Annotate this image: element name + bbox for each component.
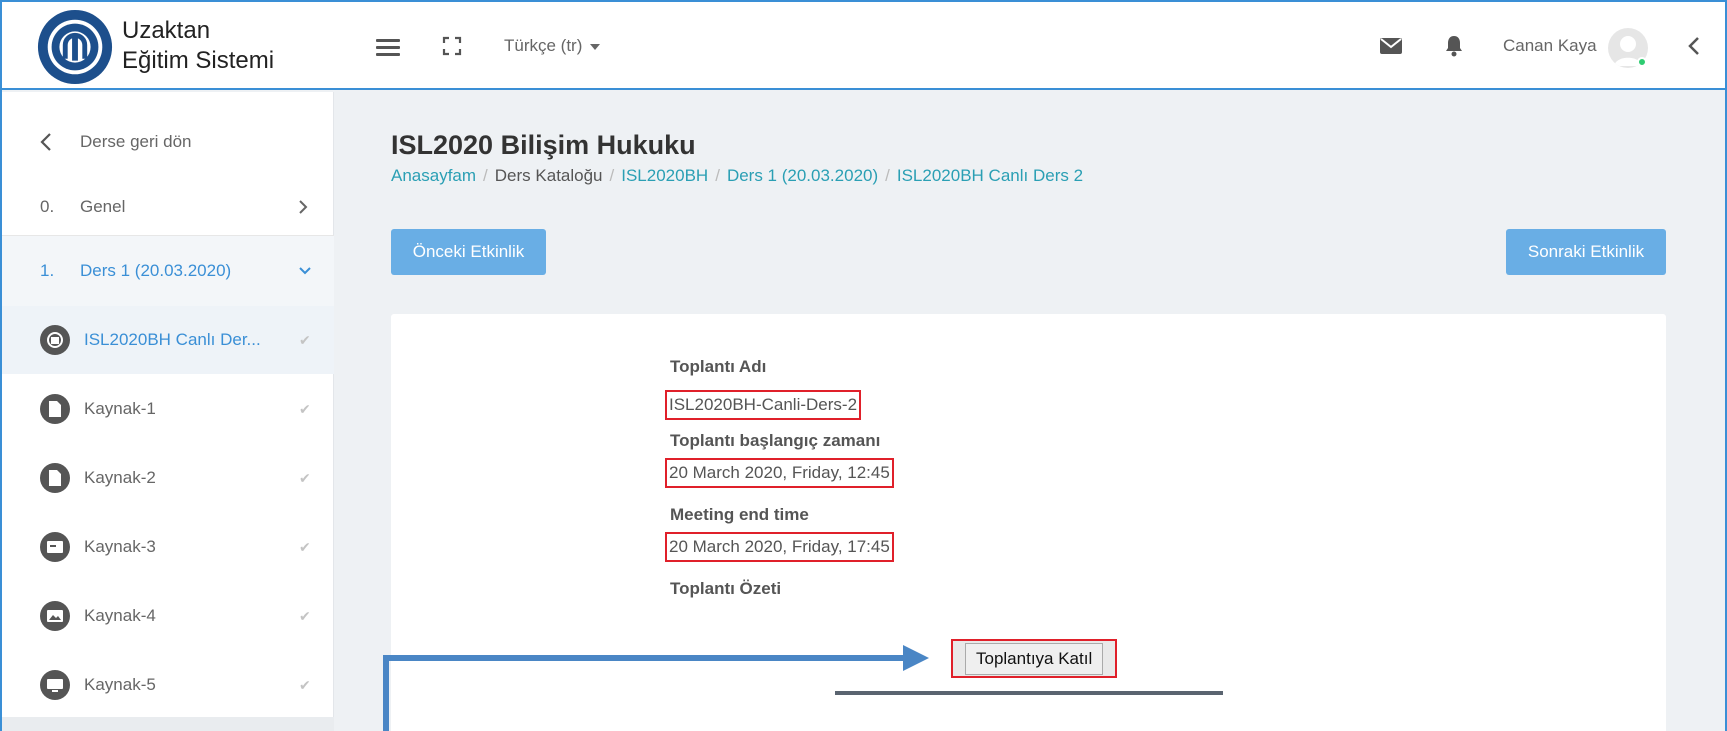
- back-to-course-label: Derse geri dön: [80, 132, 192, 151]
- activity-label: Kaynak-1: [84, 399, 156, 418]
- section-label: Ders 1 (20.03.2020): [80, 261, 232, 280]
- activity-label: Kaynak-2: [84, 468, 156, 487]
- activity-label: ISL2020BH Canlı Der...: [84, 330, 261, 349]
- site-name[interactable]: Uzaktan Eğitim Sistemi: [122, 16, 274, 76]
- course-index-sidebar: Derse geri dön 0. Genel 1. Ders 1 (20.03…: [2, 92, 334, 731]
- checkmark-icon: ✔: [299, 538, 311, 555]
- sidebar-activity-kaynak-3[interactable]: Kaynak-3 ✔: [2, 513, 334, 581]
- chevron-right-icon: [299, 199, 308, 214]
- sidebar-footer: [2, 717, 334, 731]
- sidebar-activity-kaynak-1[interactable]: Kaynak-1 ✔: [2, 375, 334, 443]
- envelope-icon[interactable]: [1380, 38, 1402, 54]
- sidebar-activity-live-lesson[interactable]: ISL2020BH Canlı Der... ✔: [2, 306, 334, 374]
- breadcrumb-activity-link[interactable]: ISL2020BH Canlı Ders 2: [897, 166, 1083, 185]
- activity-label: Kaynak-3: [84, 537, 156, 556]
- annotation-arrow-stem: [383, 655, 389, 731]
- breadcrumb-separator: /: [609, 166, 615, 185]
- back-to-course-link[interactable]: Derse geri dön: [2, 122, 334, 162]
- meeting-start-label: Toplantı başlangıç zamanı: [670, 431, 881, 450]
- breadcrumb-home-link[interactable]: Anasayfam: [391, 166, 476, 185]
- breadcrumb-course-link[interactable]: ISL2020BH: [621, 166, 708, 185]
- hamburger-menu-icon[interactable]: [376, 39, 400, 57]
- bigbluebutton-icon: [40, 325, 70, 355]
- next-activity-button[interactable]: Sonraki Etkinlik: [1506, 229, 1666, 275]
- sidebar-activity-kaynak-5[interactable]: Kaynak-5 ✔: [2, 651, 334, 719]
- university-logo[interactable]: [36, 8, 114, 86]
- previous-activity-button[interactable]: Önceki Etkinlik: [391, 229, 546, 275]
- meeting-start-value: 20 March 2020, Friday, 12:45: [665, 458, 894, 488]
- image-icon: [40, 601, 70, 631]
- caret-down-icon: [590, 43, 601, 50]
- presentation-icon: [40, 532, 70, 562]
- checkmark-icon: ✔: [299, 607, 311, 624]
- sidebar-section-ders-1[interactable]: 1. Ders 1 (20.03.2020): [2, 236, 334, 306]
- breadcrumb-separator: /: [715, 166, 720, 185]
- user-name[interactable]: Canan Kaya: [1503, 36, 1597, 56]
- join-meeting-button[interactable]: Toplantıya Katıl: [965, 642, 1104, 675]
- breadcrumb-separator: /: [885, 166, 890, 185]
- activity-label: Kaynak-5: [84, 675, 156, 694]
- breadcrumb: Anasayfam / Ders Kataloğu / ISL2020BH / Ders 1…: [391, 166, 1083, 186]
- join-meeting-button-highlight: Toplantıya Katıl: [951, 639, 1118, 678]
- meeting-name-value: ISL2020BH-Canli-Ders-2: [665, 390, 862, 420]
- file-icon: [40, 463, 70, 493]
- sidebar-activity-kaynak-4[interactable]: Kaynak-4 ✔: [2, 582, 334, 650]
- breadcrumb-catalog: Ders Kataloğu: [494, 166, 603, 185]
- checkmark-icon: ✔: [299, 469, 311, 486]
- section-number: 0.: [40, 196, 55, 216]
- chevron-down-icon: [299, 267, 311, 275]
- online-status-dot: [1637, 57, 1647, 67]
- site-name-line1: Uzaktan: [122, 17, 211, 44]
- bell-icon[interactable]: [1445, 35, 1463, 57]
- page-title: ISL2020 Bilişim Hukuku: [391, 130, 696, 160]
- sidebar-section-genel[interactable]: 0. Genel: [2, 178, 334, 236]
- breadcrumb-section-link[interactable]: Ders 1 (20.03.2020): [727, 166, 878, 185]
- meeting-end-label: Meeting end time: [670, 505, 809, 524]
- chevron-left-icon[interactable]: [1687, 36, 1701, 56]
- fullscreen-icon[interactable]: [442, 36, 462, 56]
- site-name-line2: Eğitim Sistemi: [122, 47, 275, 74]
- divider-bar: [835, 691, 1223, 695]
- top-navbar: Uzaktan Eğitim Sistemi Türkçe (tr) Canan…: [2, 2, 1725, 90]
- file-icon: [40, 394, 70, 424]
- annotation-arrow-head-icon: [903, 645, 929, 671]
- screen-icon: [40, 670, 70, 700]
- checkmark-icon: ✔: [299, 676, 311, 693]
- checkmark-icon: ✔: [299, 400, 311, 417]
- meeting-end-value: 20 March 2020, Friday, 17:45: [665, 532, 894, 562]
- app-window: Uzaktan Eğitim Sistemi Türkçe (tr) Canan…: [0, 0, 1727, 731]
- language-menu[interactable]: Türkçe (tr): [504, 36, 601, 56]
- annotation-arrow-shaft: [383, 655, 905, 661]
- checkmark-icon: ✔: [299, 331, 311, 348]
- sidebar-activity-kaynak-2[interactable]: Kaynak-2 ✔: [2, 444, 334, 512]
- meeting-name-label: Toplantı Adı: [670, 357, 767, 376]
- breadcrumb-separator: /: [483, 166, 488, 185]
- meeting-summary-label: Toplantı Özeti: [670, 579, 782, 598]
- section-number: 1.: [40, 261, 55, 280]
- section-label: Genel: [80, 196, 126, 216]
- language-label: Türkçe (tr): [504, 36, 583, 55]
- activity-label: Kaynak-4: [84, 606, 156, 625]
- chevron-left-icon: [40, 133, 51, 151]
